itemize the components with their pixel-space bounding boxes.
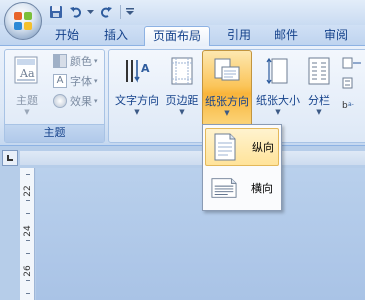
office-logo-icon: [14, 12, 32, 30]
portrait-page-icon: [212, 132, 238, 162]
ruler-number: 24: [23, 225, 33, 237]
themes-icon: Aa: [14, 56, 40, 89]
redo-icon[interactable]: [98, 4, 114, 20]
chevron-down-icon: ▾: [94, 97, 98, 105]
title-bar: [0, 0, 365, 25]
text-direction-label: 文字方向: [115, 94, 159, 107]
columns-label: 分栏: [308, 94, 330, 107]
tab-selector-icon[interactable]: [2, 150, 18, 166]
chevron-down-icon: ▼: [275, 108, 281, 116]
breaks-and-line-numbers-buttons[interactable]: b a-: [341, 56, 365, 116]
theme-effects-icon: [53, 94, 67, 108]
orientation-landscape-item[interactable]: 横向: [205, 169, 279, 207]
paper-size-label: 纸张大小: [256, 94, 300, 107]
chevron-down-icon: ▼: [179, 108, 185, 116]
tab-home[interactable]: 开始: [48, 26, 86, 46]
themes-button[interactable]: Aa 主题 ▼: [7, 50, 47, 124]
chevron-down-icon: ▼: [316, 108, 322, 116]
landscape-page-icon: [211, 173, 237, 203]
office-button[interactable]: [4, 2, 42, 40]
svg-text:Aa: Aa: [19, 67, 35, 80]
vertical-ruler[interactable]: 22 24 26: [20, 168, 35, 300]
columns-icon: [308, 56, 330, 89]
tab-references[interactable]: 引用: [221, 26, 257, 46]
tab-mailings[interactable]: 邮件: [268, 26, 304, 46]
landscape-label: 横向: [251, 182, 273, 195]
portrait-label: 纵向: [252, 141, 274, 154]
orientation-button[interactable]: 纸张方向 ▼: [202, 50, 252, 130]
text-direction-icon: A: [123, 56, 151, 89]
margins-button[interactable]: 页边距 ▼: [162, 50, 202, 124]
undo-dropdown-icon[interactable]: [86, 4, 94, 20]
themes-group-label: 主题: [43, 126, 66, 139]
text-direction-button[interactable]: A 文字方向 ▼: [113, 50, 161, 124]
paper-size-button[interactable]: 纸张大小 ▼: [254, 50, 302, 124]
svg-text:A: A: [141, 62, 150, 75]
themes-button-label: 主题: [16, 94, 38, 107]
chevron-down-icon: ▼: [134, 108, 140, 116]
themes-group-footer: 主题: [5, 124, 104, 142]
margins-icon: [170, 56, 194, 89]
ribbon: Aa 主题 ▼ 颜色 ▾ A 字体 ▾ 效果 ▾ 主题 A 文字方向 ▼ 页边距…: [0, 46, 365, 146]
theme-colors-icon: [53, 54, 67, 68]
chevron-down-icon: ▼: [224, 109, 230, 117]
orientation-menu: 纵向 横向: [202, 124, 282, 211]
undo-icon[interactable]: [68, 4, 84, 20]
theme-effects-label: 效果: [70, 95, 92, 108]
horizontal-ruler[interactable]: [20, 151, 365, 165]
document-canvas[interactable]: [36, 168, 365, 300]
save-icon[interactable]: [48, 4, 64, 20]
theme-effects-button[interactable]: 效果 ▾: [53, 92, 98, 110]
chevron-down-icon: ▾: [94, 57, 98, 65]
tab-review[interactable]: 审阅: [318, 26, 354, 46]
theme-fonts-button[interactable]: A 字体 ▾: [53, 72, 98, 90]
svg-text:a-: a-: [348, 101, 354, 108]
orientation-label: 纸张方向: [205, 95, 249, 108]
customize-toolbar-icon[interactable]: [125, 4, 135, 20]
themes-group: Aa 主题 ▼ 颜色 ▾ A 字体 ▾ 效果 ▾ 主题: [4, 49, 105, 143]
toolbar-separator: [120, 5, 121, 19]
orientation-portrait-item[interactable]: 纵向: [205, 128, 279, 166]
theme-fonts-icon: A: [53, 74, 67, 88]
theme-fonts-label: 字体: [70, 75, 92, 88]
ribbon-tab-bar: 开始 插入 页面布局 引用 邮件 审阅: [0, 25, 365, 47]
chevron-down-icon: ▾: [94, 77, 98, 85]
ruler-number: 22: [23, 185, 33, 197]
paper-size-icon: [266, 56, 290, 89]
chevron-down-icon: ▼: [24, 108, 30, 116]
orientation-icon: [213, 57, 241, 90]
ruler-number: 26: [23, 265, 33, 277]
breaks-icon: b a-: [342, 57, 361, 111]
theme-colors-button[interactable]: 颜色 ▾: [53, 52, 98, 70]
theme-colors-label: 颜色: [70, 55, 92, 68]
columns-button[interactable]: 分栏 ▼: [303, 50, 335, 124]
margins-label: 页边距: [165, 94, 199, 107]
tab-page-layout[interactable]: 页面布局: [144, 26, 210, 47]
tab-insert[interactable]: 插入: [97, 26, 135, 46]
